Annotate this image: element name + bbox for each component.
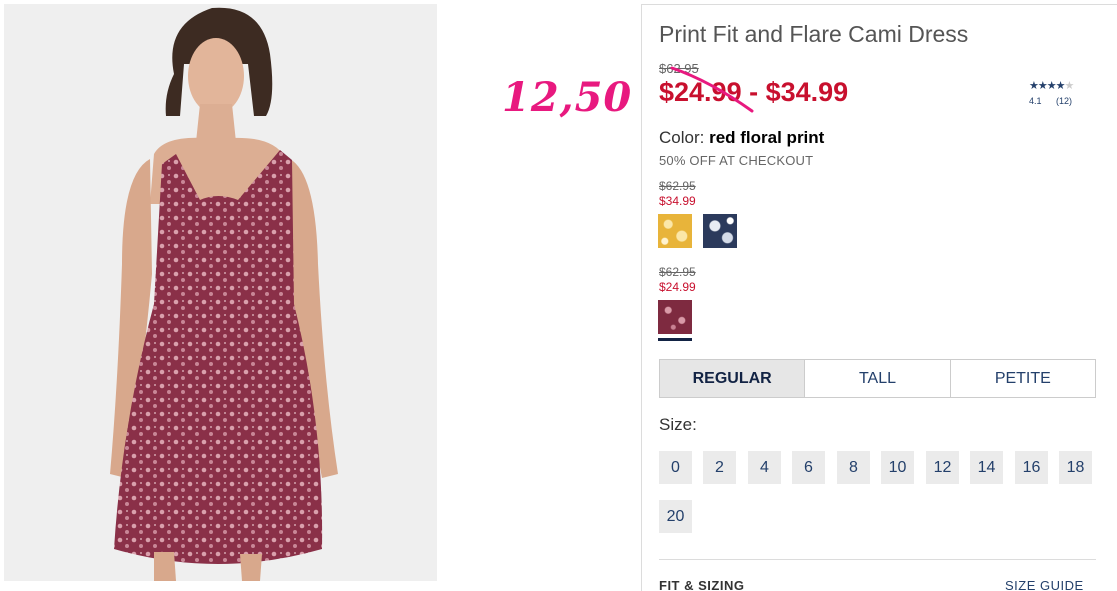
product-image (4, 4, 437, 581)
rating-summary[interactable]: ★★★★★ 4.1 (12) (1029, 79, 1099, 106)
product-title: Print Fit and Flare Cami Dress (659, 21, 969, 47)
selected-swatch-indicator (658, 338, 692, 341)
size-button-4[interactable]: 4 (748, 451, 781, 484)
size-button-8[interactable]: 8 (837, 451, 870, 484)
size-button-2[interactable]: 2 (703, 451, 736, 484)
promo-text: 50% OFF AT CHECKOUT (659, 153, 814, 168)
color-value: red floral print (709, 128, 825, 147)
size-button-20[interactable]: 20 (659, 500, 692, 533)
tab-petite[interactable]: PETITE (951, 360, 1095, 397)
tab-regular[interactable]: REGULAR (660, 360, 806, 397)
fit-tabs: REGULAR TALL PETITE (659, 359, 1096, 398)
size-button-16[interactable]: 16 (1015, 451, 1048, 484)
group-original-price: $62.95 (659, 265, 696, 279)
color-label: Color: (659, 128, 705, 147)
group-sale-price: $34.99 (659, 194, 696, 208)
color-line: Color: red floral print (659, 128, 824, 148)
section-divider (659, 559, 1096, 560)
size-label: Size: (659, 415, 697, 434)
swatch-yellow-floral[interactable] (658, 214, 692, 248)
size-button-12[interactable]: 12 (926, 451, 959, 484)
tab-tall[interactable]: TALL (805, 360, 951, 397)
swatch-navy-floral[interactable] (703, 214, 737, 248)
size-button-10[interactable]: 10 (881, 451, 914, 484)
swatch-red-floral[interactable] (658, 300, 692, 334)
size-guide-link[interactable]: SIZE GUIDE (1005, 578, 1084, 591)
size-button-6[interactable]: 6 (792, 451, 825, 484)
size-button-14[interactable]: 14 (970, 451, 1003, 484)
group-sale-price: $24.99 (659, 280, 696, 294)
pink-strikethrough-mark (670, 66, 754, 113)
rating-value: 4.1 (1029, 96, 1042, 106)
size-button-18[interactable]: 18 (1059, 451, 1092, 484)
group-original-price: $62.95 (659, 179, 696, 193)
fit-sizing-heading[interactable]: FIT & SIZING (659, 578, 744, 591)
star-rating-icon: ★★★★★ (1029, 80, 1074, 92)
price-annotation: 12,50 (502, 74, 633, 121)
product-details-panel: Print Fit and Flare Cami Dress $62.95 $2… (641, 4, 1117, 591)
review-count[interactable]: (12) (1056, 96, 1072, 106)
size-button-0[interactable]: 0 (659, 451, 692, 484)
